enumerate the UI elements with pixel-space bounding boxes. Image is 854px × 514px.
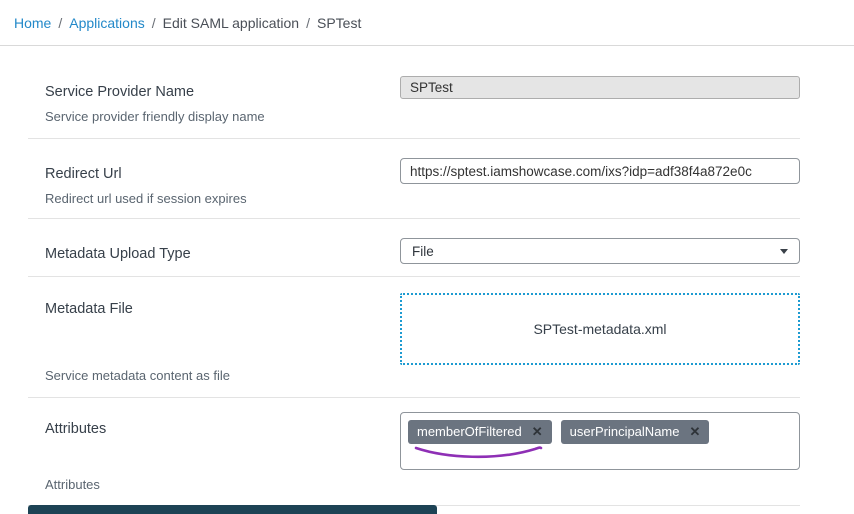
- breadcrumb-item-edit-saml-application: Edit SAML application: [163, 15, 299, 31]
- service-provider-name-label: Service Provider Name: [45, 84, 380, 100]
- metadata-upload-type-selected-value: File: [412, 244, 434, 259]
- field-row-redirect-url: Redirect Url Redirect url used if sessio…: [28, 139, 800, 219]
- field-labels: Metadata Upload Type: [45, 238, 400, 264]
- breadcrumb-separator: /: [152, 15, 156, 31]
- field-control: memberOfFiltered ✕ userPrincipalName ✕: [400, 412, 800, 492]
- breadcrumb-link-home[interactable]: Home: [14, 15, 51, 31]
- field-labels: Metadata File Service metadata content a…: [45, 293, 400, 383]
- attribute-tag-label: memberOfFiltered: [417, 424, 522, 439]
- field-labels: Service Provider Name Service provider f…: [45, 76, 400, 124]
- field-control: SPTest-metadata.xml: [400, 293, 800, 383]
- redirect-url-help: Redirect url used if session expires: [45, 191, 380, 206]
- breadcrumb-item-app-name: SPTest: [317, 15, 361, 31]
- metadata-file-dropzone[interactable]: SPTest-metadata.xml: [400, 293, 800, 365]
- redirect-url-input[interactable]: [400, 158, 800, 184]
- field-row-service-provider-name: Service Provider Name Service provider f…: [28, 46, 800, 139]
- annotation-underline: [411, 444, 549, 462]
- breadcrumb-separator: /: [306, 15, 310, 31]
- field-row-metadata-file: Metadata File Service metadata content a…: [28, 277, 800, 398]
- metadata-file-help: Service metadata content as file: [45, 368, 380, 383]
- metadata-upload-type-label: Metadata Upload Type: [45, 246, 380, 262]
- service-provider-name-help: Service provider friendly display name: [45, 109, 380, 124]
- field-labels: Attributes Attributes: [45, 412, 400, 492]
- remove-tag-icon[interactable]: ✕: [532, 425, 543, 438]
- field-labels: Redirect Url Redirect url used if sessio…: [45, 158, 400, 206]
- field-control: [400, 76, 800, 124]
- metadata-file-label: Metadata File: [45, 301, 380, 317]
- breadcrumb-separator: /: [58, 15, 62, 31]
- attributes-label: Attributes: [45, 421, 380, 437]
- remove-tag-icon[interactable]: ✕: [689, 425, 700, 438]
- redirect-url-label: Redirect Url: [45, 166, 380, 182]
- field-control: File: [400, 238, 800, 264]
- attribute-tag: memberOfFiltered ✕: [408, 420, 552, 444]
- field-control: [400, 158, 800, 206]
- bottom-button-partial[interactable]: [28, 505, 437, 514]
- metadata-upload-type-select[interactable]: File: [400, 238, 800, 264]
- attribute-tag: userPrincipalName ✕: [561, 420, 710, 444]
- chevron-down-icon: [780, 249, 788, 254]
- breadcrumb: Home / Applications / Edit SAML applicat…: [0, 0, 854, 46]
- field-row-metadata-upload-type: Metadata Upload Type File: [28, 219, 800, 277]
- breadcrumb-link-applications[interactable]: Applications: [69, 15, 145, 31]
- attribute-tag-label: userPrincipalName: [570, 424, 680, 439]
- service-provider-name-input[interactable]: [400, 76, 800, 99]
- attributes-input[interactable]: memberOfFiltered ✕ userPrincipalName ✕: [400, 412, 800, 470]
- field-row-attributes: Attributes Attributes memberOfFiltered ✕…: [28, 398, 800, 506]
- metadata-file-name: SPTest-metadata.xml: [533, 321, 666, 337]
- saml-application-form: Service Provider Name Service provider f…: [28, 46, 800, 506]
- attributes-help: Attributes: [45, 477, 380, 492]
